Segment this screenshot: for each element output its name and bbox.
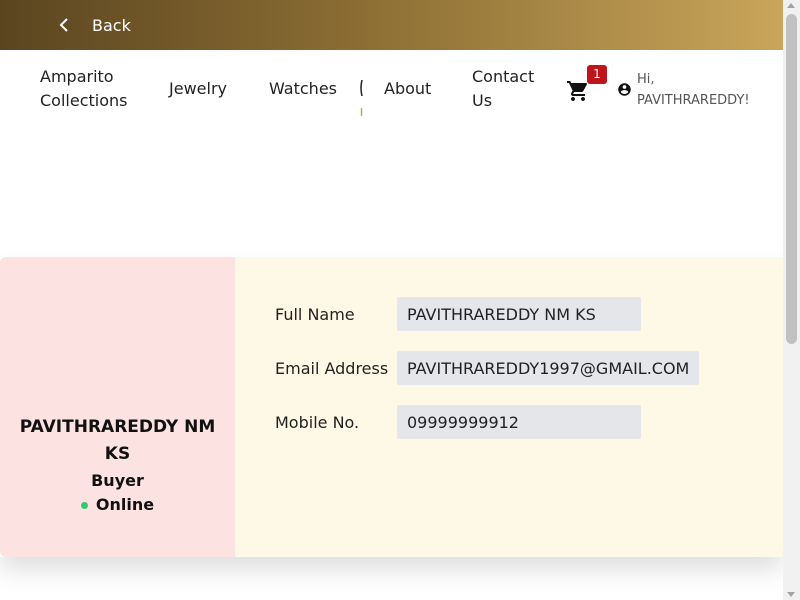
user-circle-icon xyxy=(617,82,632,97)
full-name-field[interactable]: PAVITHRAREDDY NM KS xyxy=(397,297,641,331)
chevron-left-icon xyxy=(56,17,72,33)
brand-line2: Collections xyxy=(40,91,128,110)
mobile-field[interactable]: 09999999912 xyxy=(397,405,641,439)
scroll-up-icon[interactable] xyxy=(787,3,795,8)
nav-about[interactable]: About xyxy=(384,77,431,101)
profile-name: PAVITHRAREDDY NM KS xyxy=(19,417,216,464)
full-name-label: Full Name xyxy=(275,304,355,324)
full-name-row: Full Name PAVITHRAREDDY NM KS xyxy=(275,297,783,331)
contact-line1: Contact xyxy=(472,67,535,86)
greeting-line1: Hi, xyxy=(637,72,655,87)
mobile-row: Mobile No. 09999999912 xyxy=(275,405,783,439)
page-scrollbar[interactable] xyxy=(783,0,800,600)
greeting-username: PAVITHRAREDDY! xyxy=(637,93,750,108)
back-button[interactable]: Back xyxy=(56,16,131,35)
cart-button[interactable] xyxy=(566,79,590,103)
email-label: Email Address xyxy=(275,358,389,378)
nav-jewelry[interactable]: Jewelry xyxy=(169,77,227,101)
email-row: Email Address PAVITHRAREDDY1997@GMAIL.CO… xyxy=(275,351,783,385)
status-label: Online xyxy=(95,495,155,514)
profile-card: PAVITHRAREDDY NM KS Buyer Online Full Na… xyxy=(0,257,783,557)
nav-watches[interactable]: Watches xyxy=(269,77,337,101)
top-bar: Back xyxy=(0,0,783,50)
contact-line2: Us xyxy=(472,91,493,110)
cart-icon xyxy=(567,81,588,101)
profile-summary-panel: PAVITHRAREDDY NM KS Buyer Online xyxy=(0,257,235,557)
online-dot-icon xyxy=(80,501,88,509)
brand-line1: Amparito xyxy=(40,67,114,86)
back-label: Back xyxy=(92,15,131,35)
nav-contact[interactable]: Contact Us xyxy=(472,65,534,113)
scroll-down-icon[interactable] xyxy=(787,592,795,597)
brand-link[interactable]: Amparito Collections xyxy=(40,65,127,113)
user-menu[interactable]: Hi, PAVITHRAREDDY! xyxy=(617,69,750,111)
profile-details-panel: Full Name PAVITHRAREDDY NM KS Email Addr… xyxy=(235,257,783,557)
cart-count-badge: 1 xyxy=(587,65,607,84)
mobile-label: Mobile No. xyxy=(275,412,360,432)
scrollbar-thumb[interactable] xyxy=(786,14,797,344)
profile-status: Online xyxy=(80,493,155,517)
nav-divider-icon xyxy=(360,78,363,116)
email-field[interactable]: PAVITHRAREDDY1997@GMAIL.COM xyxy=(397,351,700,385)
profile-role: Buyer xyxy=(91,471,144,490)
